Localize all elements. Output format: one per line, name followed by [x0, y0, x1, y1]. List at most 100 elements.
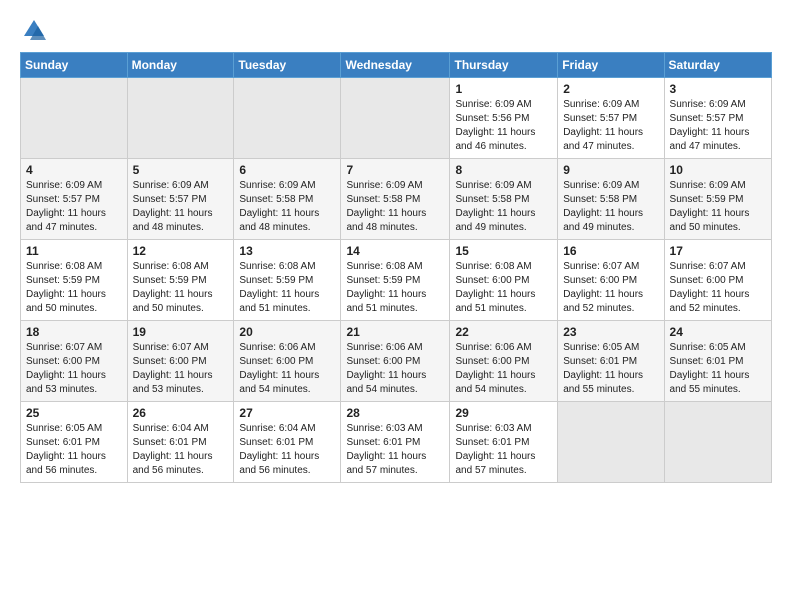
- day-info: Sunrise: 6:05 AM Sunset: 6:01 PM Dayligh…: [563, 341, 658, 397]
- day-cell: 13 Sunrise: 6:08 AM Sunset: 5:59 PM Dayli…: [234, 240, 341, 321]
- day-info: Sunrise: 6:09 AM Sunset: 5:59 PM Dayligh…: [670, 179, 766, 235]
- day-info: Sunrise: 6:08 AM Sunset: 6:00 PM Dayligh…: [455, 260, 552, 316]
- day-number: 12: [133, 244, 229, 258]
- week-row-3: 11 Sunrise: 6:08 AM Sunset: 5:59 PM Dayli…: [21, 240, 772, 321]
- logo: [20, 16, 52, 44]
- day-info: Sunrise: 6:08 AM Sunset: 5:59 PM Dayligh…: [133, 260, 229, 316]
- day-cell: 19 Sunrise: 6:07 AM Sunset: 6:00 PM Dayli…: [127, 321, 234, 402]
- day-number: 2: [563, 82, 658, 96]
- day-cell: 5 Sunrise: 6:09 AM Sunset: 5:57 PM Daylig…: [127, 159, 234, 240]
- day-number: 26: [133, 406, 229, 420]
- day-cell: 15 Sunrise: 6:08 AM Sunset: 6:00 PM Dayli…: [450, 240, 558, 321]
- week-row-5: 25 Sunrise: 6:05 AM Sunset: 6:01 PM Dayli…: [21, 402, 772, 483]
- day-cell: [341, 78, 450, 159]
- day-cell: 12 Sunrise: 6:08 AM Sunset: 5:59 PM Dayli…: [127, 240, 234, 321]
- day-info: Sunrise: 6:09 AM Sunset: 5:58 PM Dayligh…: [346, 179, 444, 235]
- day-info: Sunrise: 6:08 AM Sunset: 5:59 PM Dayligh…: [346, 260, 444, 316]
- day-number: 27: [239, 406, 335, 420]
- week-row-4: 18Sunrise: 6:07 AM Sunset: 6:00 PM Dayli…: [21, 321, 772, 402]
- day-number: 24: [670, 325, 766, 339]
- day-number: 7: [346, 163, 444, 177]
- day-cell: 23 Sunrise: 6:05 AM Sunset: 6:01 PM Dayli…: [558, 321, 664, 402]
- day-cell: 9 Sunrise: 6:09 AM Sunset: 5:58 PM Daylig…: [558, 159, 664, 240]
- day-info: Sunrise: 6:04 AM Sunset: 6:01 PM Dayligh…: [133, 422, 229, 478]
- col-header-monday: Monday: [127, 53, 234, 78]
- day-cell: 16Sunrise: 6:07 AM Sunset: 6:00 PM Dayli…: [558, 240, 664, 321]
- day-info: Sunrise: 6:03 AM Sunset: 6:01 PM Dayligh…: [455, 422, 552, 478]
- day-cell: 22 Sunrise: 6:06 AM Sunset: 6:00 PM Dayli…: [450, 321, 558, 402]
- day-info: Sunrise: 6:06 AM Sunset: 6:00 PM Dayligh…: [455, 341, 552, 397]
- day-cell: [664, 402, 771, 483]
- calendar-header-row: SundayMondayTuesdayWednesdayThursdayFrid…: [21, 53, 772, 78]
- day-number: 4: [26, 163, 122, 177]
- col-header-saturday: Saturday: [664, 53, 771, 78]
- day-number: 6: [239, 163, 335, 177]
- day-cell: 28 Sunrise: 6:03 AM Sunset: 6:01 PM Dayli…: [341, 402, 450, 483]
- day-cell: [21, 78, 128, 159]
- day-cell: 21 Sunrise: 6:06 AM Sunset: 6:00 PM Dayli…: [341, 321, 450, 402]
- day-number: 17: [670, 244, 766, 258]
- week-row-1: 1 Sunrise: 6:09 AM Sunset: 5:56 PM Daylig…: [21, 78, 772, 159]
- day-cell: 29 Sunrise: 6:03 AM Sunset: 6:01 PM Dayli…: [450, 402, 558, 483]
- day-cell: 25 Sunrise: 6:05 AM Sunset: 6:01 PM Dayli…: [21, 402, 128, 483]
- day-info: Sunrise: 6:03 AM Sunset: 6:01 PM Dayligh…: [346, 422, 444, 478]
- day-number: 23: [563, 325, 658, 339]
- day-cell: 4 Sunrise: 6:09 AM Sunset: 5:57 PM Daylig…: [21, 159, 128, 240]
- day-cell: 27 Sunrise: 6:04 AM Sunset: 6:01 PM Dayli…: [234, 402, 341, 483]
- day-info: Sunrise: 6:09 AM Sunset: 5:56 PM Dayligh…: [455, 98, 552, 154]
- day-info: Sunrise: 6:06 AM Sunset: 6:00 PM Dayligh…: [239, 341, 335, 397]
- day-info: Sunrise: 6:09 AM Sunset: 5:58 PM Dayligh…: [563, 179, 658, 235]
- day-cell: 3 Sunrise: 6:09 AM Sunset: 5:57 PM Daylig…: [664, 78, 771, 159]
- day-cell: 2 Sunrise: 6:09 AM Sunset: 5:57 PM Daylig…: [558, 78, 664, 159]
- day-cell: [234, 78, 341, 159]
- day-cell: 1 Sunrise: 6:09 AM Sunset: 5:56 PM Daylig…: [450, 78, 558, 159]
- day-number: 14: [346, 244, 444, 258]
- day-cell: 24 Sunrise: 6:05 AM Sunset: 6:01 PM Dayli…: [664, 321, 771, 402]
- day-info: Sunrise: 6:09 AM Sunset: 5:57 PM Dayligh…: [26, 179, 122, 235]
- day-number: 28: [346, 406, 444, 420]
- week-row-2: 4 Sunrise: 6:09 AM Sunset: 5:57 PM Daylig…: [21, 159, 772, 240]
- day-info: Sunrise: 6:09 AM Sunset: 5:57 PM Dayligh…: [563, 98, 658, 154]
- day-info: Sunrise: 6:07 AM Sunset: 6:00 PM Dayligh…: [670, 260, 766, 316]
- day-number: 25: [26, 406, 122, 420]
- day-info: Sunrise: 6:08 AM Sunset: 5:59 PM Dayligh…: [26, 260, 122, 316]
- day-info: Sunrise: 6:07 AM Sunset: 6:00 PM Dayligh…: [133, 341, 229, 397]
- day-cell: 26 Sunrise: 6:04 AM Sunset: 6:01 PM Dayli…: [127, 402, 234, 483]
- col-header-thursday: Thursday: [450, 53, 558, 78]
- day-number: 9: [563, 163, 658, 177]
- day-cell: 14 Sunrise: 6:08 AM Sunset: 5:59 PM Dayli…: [341, 240, 450, 321]
- day-number: 3: [670, 82, 766, 96]
- day-info: Sunrise: 6:09 AM Sunset: 5:58 PM Dayligh…: [455, 179, 552, 235]
- col-header-wednesday: Wednesday: [341, 53, 450, 78]
- day-number: 11: [26, 244, 122, 258]
- day-info: Sunrise: 6:09 AM Sunset: 5:57 PM Dayligh…: [670, 98, 766, 154]
- day-number: 5: [133, 163, 229, 177]
- day-info: Sunrise: 6:04 AM Sunset: 6:01 PM Dayligh…: [239, 422, 335, 478]
- day-number: 21: [346, 325, 444, 339]
- day-cell: 11 Sunrise: 6:08 AM Sunset: 5:59 PM Dayli…: [21, 240, 128, 321]
- day-info: Sunrise: 6:05 AM Sunset: 6:01 PM Dayligh…: [26, 422, 122, 478]
- day-cell: 7 Sunrise: 6:09 AM Sunset: 5:58 PM Daylig…: [341, 159, 450, 240]
- logo-icon: [20, 16, 48, 44]
- day-number: 29: [455, 406, 552, 420]
- day-info: Sunrise: 6:09 AM Sunset: 5:57 PM Dayligh…: [133, 179, 229, 235]
- page-header: [20, 16, 772, 44]
- day-cell: 17 Sunrise: 6:07 AM Sunset: 6:00 PM Dayli…: [664, 240, 771, 321]
- day-info: Sunrise: 6:05 AM Sunset: 6:01 PM Dayligh…: [670, 341, 766, 397]
- col-header-friday: Friday: [558, 53, 664, 78]
- day-cell: [558, 402, 664, 483]
- day-cell: 8 Sunrise: 6:09 AM Sunset: 5:58 PM Daylig…: [450, 159, 558, 240]
- day-info: Sunrise: 6:08 AM Sunset: 5:59 PM Dayligh…: [239, 260, 335, 316]
- day-cell: 18Sunrise: 6:07 AM Sunset: 6:00 PM Dayli…: [21, 321, 128, 402]
- day-info: Sunrise: 6:06 AM Sunset: 6:00 PM Dayligh…: [346, 341, 444, 397]
- col-header-sunday: Sunday: [21, 53, 128, 78]
- col-header-tuesday: Tuesday: [234, 53, 341, 78]
- day-number: 15: [455, 244, 552, 258]
- day-number: 16: [563, 244, 658, 258]
- day-number: 1: [455, 82, 552, 96]
- day-number: 13: [239, 244, 335, 258]
- day-number: 19: [133, 325, 229, 339]
- day-number: 20: [239, 325, 335, 339]
- day-number: 22: [455, 325, 552, 339]
- day-number: 8: [455, 163, 552, 177]
